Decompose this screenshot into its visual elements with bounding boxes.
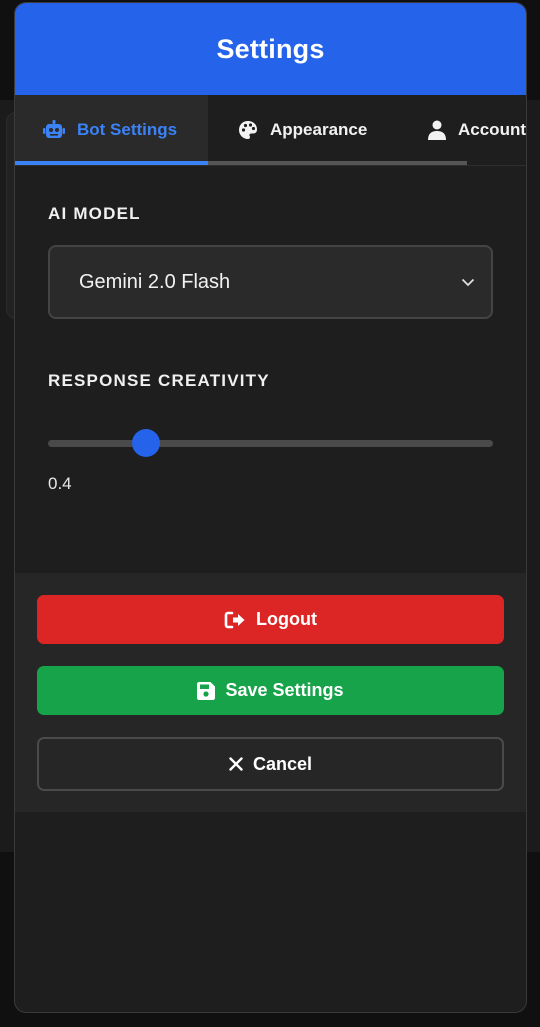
cancel-label: Cancel <box>252 753 313 774</box>
robot-icon <box>43 120 65 138</box>
chevron-down-icon <box>461 278 475 286</box>
settings-modal: Settings Bot Settings Appearance Account… <box>14 2 527 1013</box>
slider-track[interactable] <box>48 440 493 447</box>
creativity-value: 0.4 <box>48 474 72 493</box>
ai-model-value: Gemini 2.0 Flash <box>79 270 231 293</box>
logout-label: Logout <box>256 609 317 629</box>
modal-header: Settings <box>15 3 526 95</box>
bot-settings-panel: AI MODEL Gemini 2.0 Flash RESPONSE CREAT… <box>15 166 526 572</box>
tab-appearance[interactable]: Appearance <box>208 95 418 165</box>
save-label: Save Settings <box>225 680 344 700</box>
logout-button[interactable]: Logout <box>37 595 504 644</box>
tab-account[interactable]: Account <box>418 95 526 165</box>
tabs-scrollbar-thumb[interactable] <box>15 161 208 165</box>
logout-icon <box>224 611 245 628</box>
palette-icon <box>239 121 257 139</box>
tab-label: Appearance <box>270 120 368 139</box>
tab-label: Account <box>458 120 526 139</box>
tab-bot-settings[interactable]: Bot Settings <box>15 95 208 165</box>
user-icon <box>428 120 446 140</box>
cancel-button[interactable]: Cancel <box>37 737 504 791</box>
creativity-slider[interactable] <box>48 429 493 457</box>
save-icon <box>197 681 216 700</box>
slider-thumb[interactable] <box>131 429 160 457</box>
tabs-scrollbar[interactable] <box>15 161 467 165</box>
settings-tabs: Bot Settings Appearance Account <box>15 95 526 166</box>
modal-footer: Logout Save Settings Cancel <box>15 573 526 812</box>
close-icon <box>229 757 243 771</box>
ai-model-select[interactable]: Gemini 2.0 Flash <box>48 245 493 319</box>
ai-model-label: AI MODEL <box>48 204 141 223</box>
creativity-label: RESPONSE CREATIVITY <box>48 371 270 390</box>
tab-label: Bot Settings <box>77 120 178 139</box>
save-settings-button[interactable]: Save Settings <box>37 666 504 715</box>
modal-title: Settings <box>216 33 325 64</box>
